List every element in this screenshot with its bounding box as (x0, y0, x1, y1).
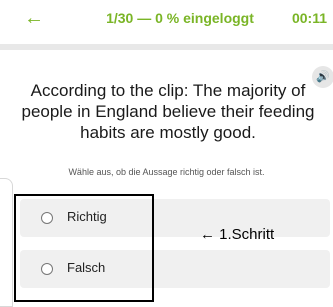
previous-card-edge (0, 178, 13, 307)
question-text: According to the clip: The majority of p… (21, 81, 315, 142)
progress-status: 1/30 — 0 % eingeloggt (106, 10, 254, 26)
progress-bar (0, 44, 333, 50)
timer: 00:11 (291, 10, 327, 26)
annotation-label: ← 1.Schritt (200, 226, 275, 243)
top-bar: ← 1/30 — 0 % eingeloggt 00:11 (0, 0, 333, 40)
instruction-text: Wähle aus, ob die Aussage richtig oder f… (68, 167, 265, 177)
annotation-highlight-box (14, 194, 154, 302)
back-arrow-icon[interactable]: ← (24, 7, 44, 29)
